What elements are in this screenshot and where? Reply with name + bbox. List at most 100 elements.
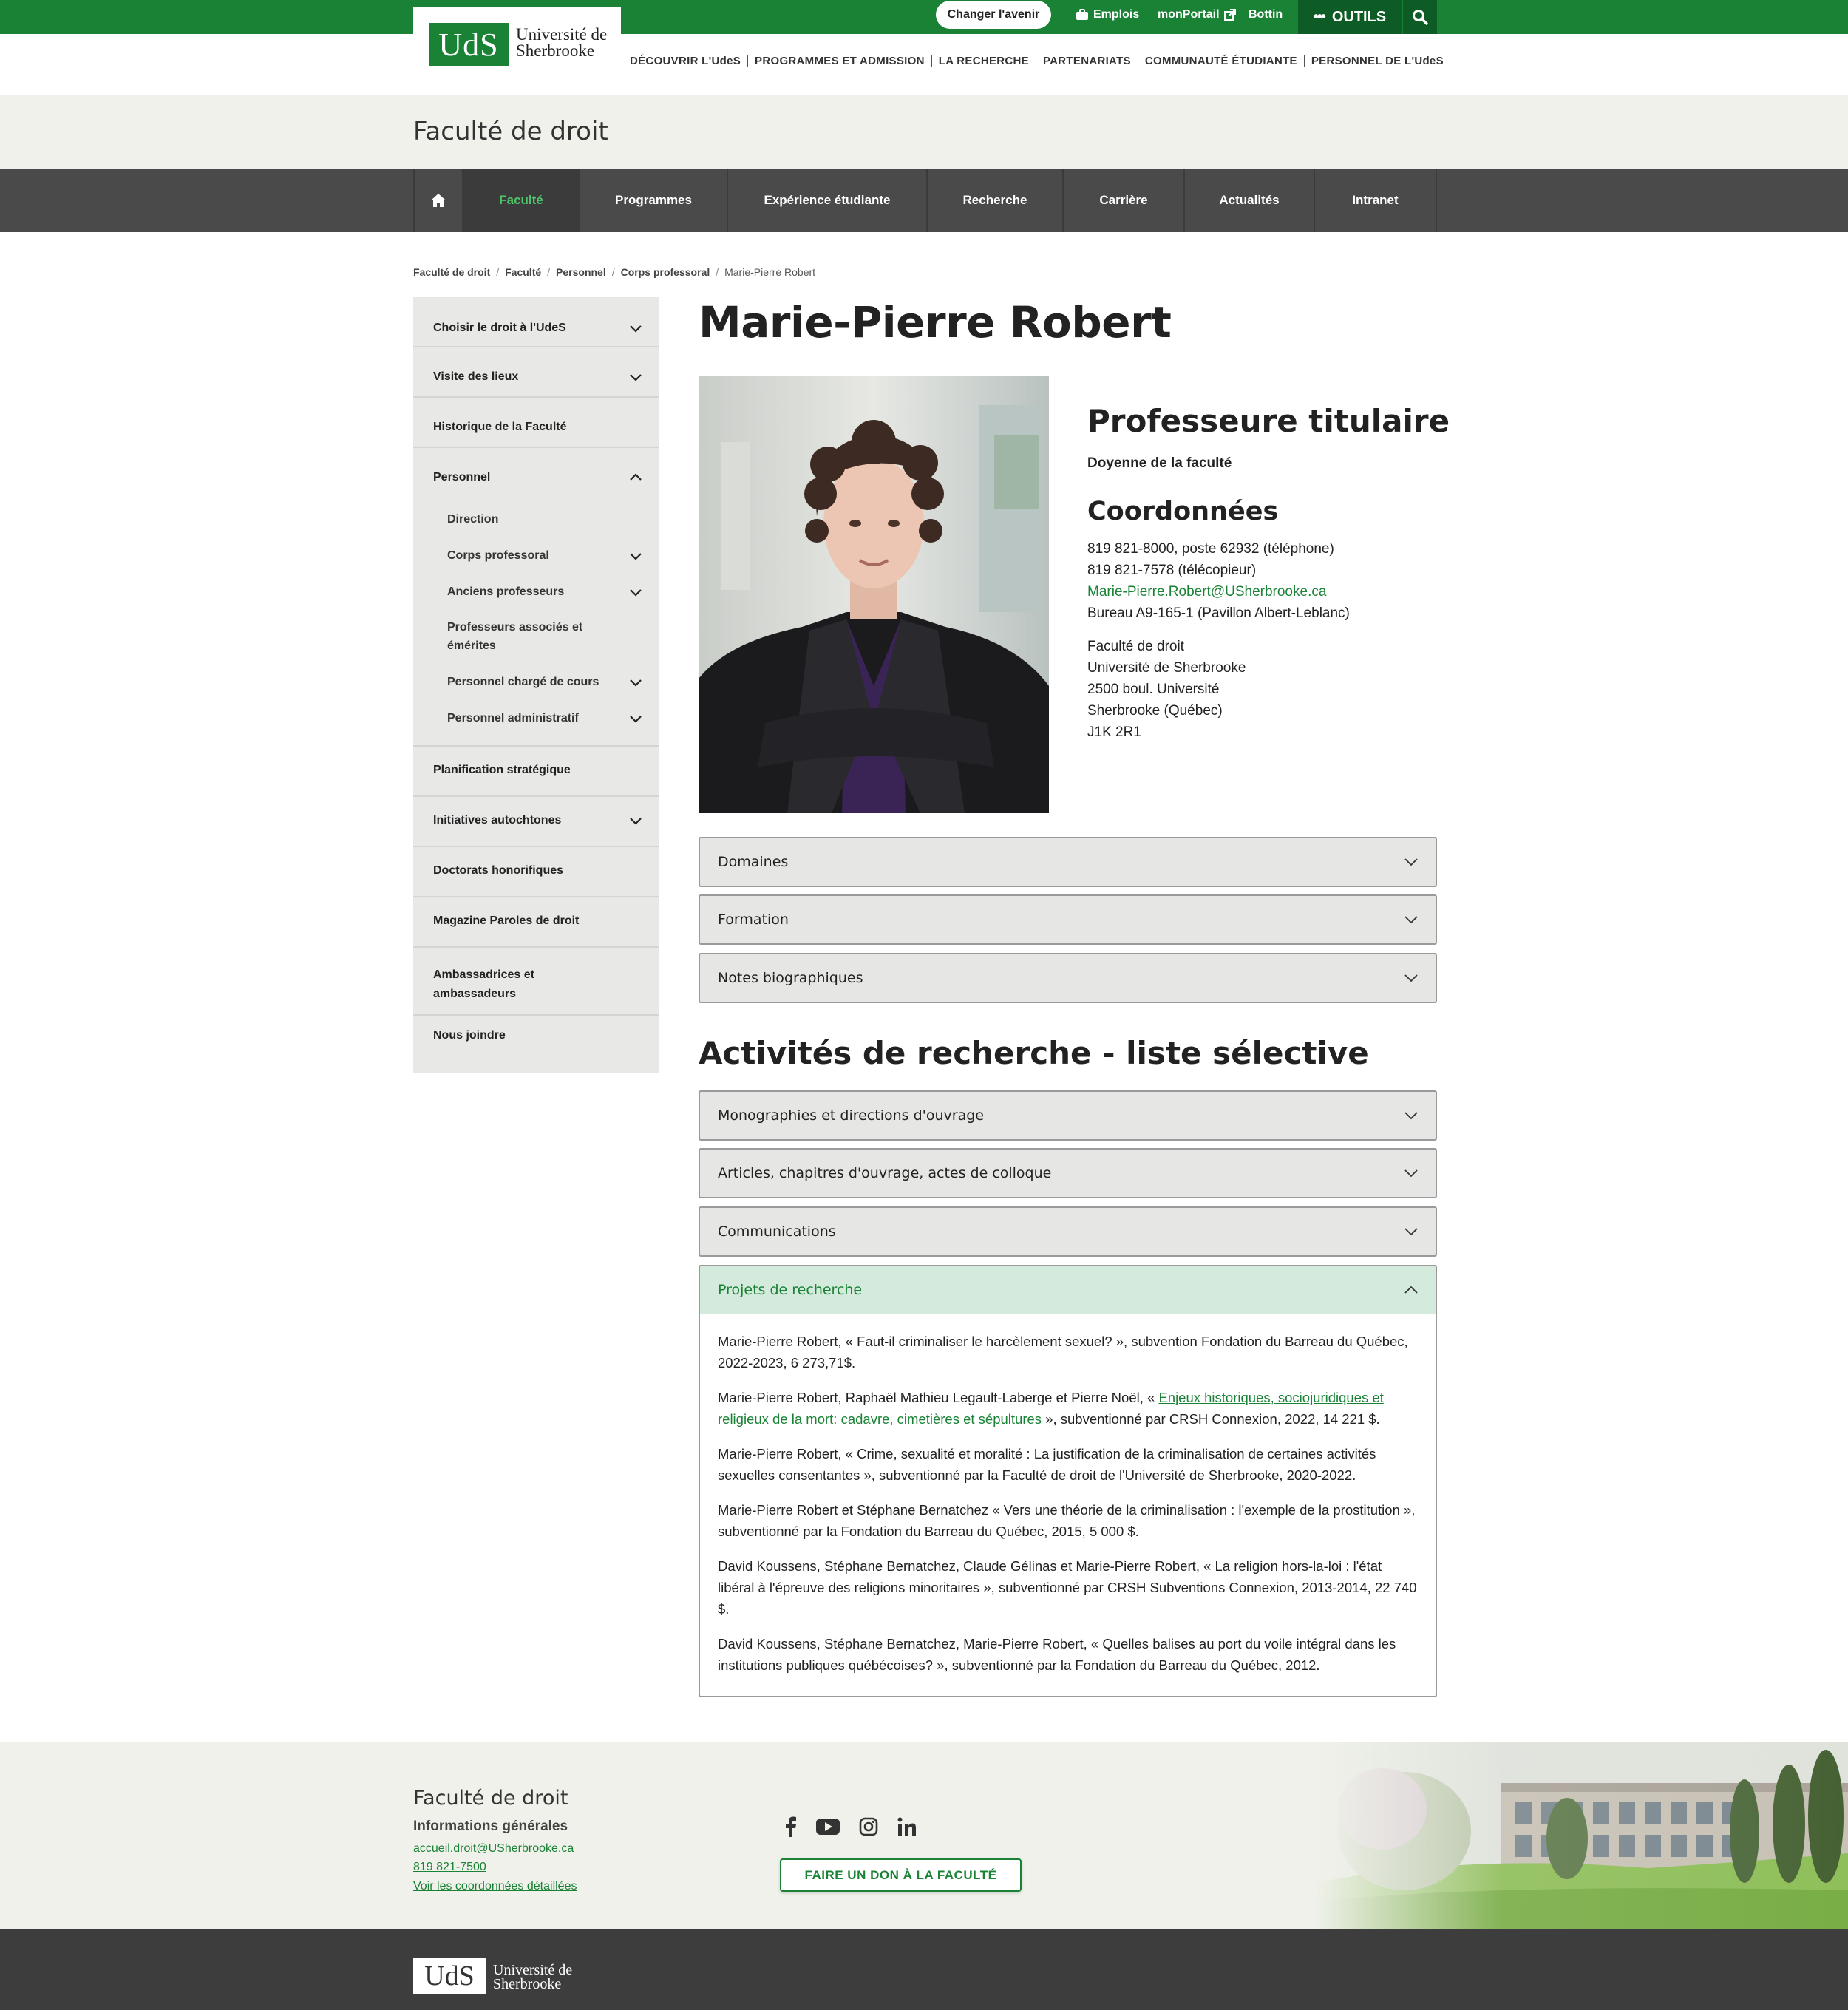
sidebar-sub-charges[interactable]: Personnel chargé de cours bbox=[447, 673, 599, 691]
accordion-domaines[interactable]: Domaines bbox=[699, 837, 1437, 887]
logo-line2: Sherbrooke bbox=[516, 41, 595, 60]
project-item: Marie-Pierre Robert et Stéphane Bernatch… bbox=[718, 1502, 1416, 1539]
changer-avenir-button[interactable]: Changer l'avenir bbox=[936, 1, 1051, 29]
breadcrumb: Faculté de droit / Faculté / Personnel / Co… bbox=[413, 266, 816, 278]
sidebar-item-choisir[interactable]: Choisir le droit à l'UdeS bbox=[413, 297, 659, 347]
youtube-icon[interactable] bbox=[816, 1818, 840, 1839]
footer: Faculté de droit Informations générales … bbox=[0, 1742, 1848, 1929]
sidebar-item-personnel[interactable]: Personnel Direction Corps professoral An… bbox=[413, 448, 659, 747]
tab-intranet[interactable]: Intranet bbox=[1315, 169, 1437, 232]
sidebar-item-historique[interactable]: Historique de la Faculté bbox=[413, 398, 659, 448]
sidebar-item-joindre[interactable]: Nous joindre bbox=[413, 1016, 659, 1073]
sidebar-item-label: Nous joindre bbox=[433, 1029, 506, 1042]
footer-details-link[interactable]: Voir les coordonnées détaillées bbox=[413, 1880, 577, 1893]
sidebar-item-magazine[interactable]: Magazine Paroles de droit bbox=[413, 897, 659, 948]
logo-text: Université de Sherbrooke bbox=[516, 26, 607, 60]
bottom-logo-line2: Sherbrooke bbox=[493, 1976, 562, 1992]
emplois-link[interactable]: Emplois bbox=[1076, 0, 1139, 30]
sidebar-sub-administratif[interactable]: Personnel administratif bbox=[447, 709, 579, 727]
bottom-logo-mark[interactable]: UdS bbox=[413, 1958, 486, 1994]
chevron-down-icon[interactable] bbox=[629, 370, 642, 384]
nav-communaute[interactable]: COMMUNAUTÉ ÉTUDIANTE bbox=[1145, 55, 1297, 67]
chevron-down-icon[interactable] bbox=[629, 712, 642, 725]
chevron-down-icon[interactable] bbox=[629, 549, 642, 563]
monportail-link[interactable]: monPortail bbox=[1158, 0, 1236, 30]
breadcrumb-faculte[interactable]: Faculté bbox=[505, 266, 541, 278]
outils-button[interactable]: ••• OUTILS bbox=[1298, 0, 1402, 34]
sidebar-item-ambassadeurs[interactable]: Ambassadrices et ambassadeurs bbox=[413, 948, 659, 1016]
uds-logo[interactable]: UdS Université de Sherbrooke bbox=[413, 7, 621, 84]
accordion-formation[interactable]: Formation bbox=[699, 894, 1437, 945]
chevron-up-icon[interactable] bbox=[629, 471, 642, 484]
sidebar-item-label: Initiatives autochtones bbox=[433, 814, 562, 826]
sidebar: Choisir le droit à l'UdeS Visite des lie… bbox=[413, 297, 659, 1073]
accordion-label: Notes biographiques bbox=[718, 970, 863, 986]
accordion-articles[interactable]: Articles, chapitres d'ouvrage, actes de … bbox=[699, 1148, 1437, 1198]
tab-carriere[interactable]: Carrière bbox=[1064, 169, 1185, 232]
sidebar-item-initiatives[interactable]: Initiatives autochtones bbox=[413, 797, 659, 847]
tab-experience[interactable]: Expérience étudiante bbox=[728, 169, 928, 232]
breadcrumb-faculte-droit[interactable]: Faculté de droit bbox=[413, 266, 490, 278]
nav-personnel[interactable]: PERSONNEL DE L'UdeS bbox=[1311, 55, 1444, 67]
tab-faculte[interactable]: Faculté bbox=[463, 169, 580, 232]
footer-title: Faculté de droit bbox=[413, 1787, 568, 1810]
accordion-monographies[interactable]: Monographies et directions d'ouvrage bbox=[699, 1090, 1437, 1141]
accordion-communications[interactable]: Communications bbox=[699, 1206, 1437, 1257]
footer-subtitle: Informations générales bbox=[413, 1819, 568, 1834]
sidebar-item-label: Planification stratégique bbox=[433, 764, 571, 776]
footer-email-link[interactable]: accueil.droit@USherbrooke.ca bbox=[413, 1842, 574, 1855]
sidebar-item-label: Visite des lieux bbox=[433, 370, 519, 383]
address: Faculté de droit Université de Sherbrook… bbox=[1087, 636, 1246, 743]
sidebar-sub-corps[interactable]: Corps professoral bbox=[447, 546, 549, 565]
sidebar-item-doctorats[interactable]: Doctorats honorifiques bbox=[413, 847, 659, 897]
chevron-down-icon[interactable] bbox=[629, 676, 642, 689]
nav-decouvrir[interactable]: DÉCOUVRIR L'UdeS bbox=[630, 55, 741, 67]
coordonnees-title: Coordonnées bbox=[1087, 497, 1279, 526]
project-item: David Koussens, Stéphane Bernatchez, Cla… bbox=[718, 1558, 1417, 1617]
projets-panel: Marie-Pierre Robert, « Faut-il criminali… bbox=[699, 1314, 1437, 1697]
project-text: », subventionné par CRSH Connexion, 2022… bbox=[1042, 1411, 1380, 1427]
nav-recherche[interactable]: LA RECHERCHE bbox=[939, 55, 1029, 67]
tab-programmes[interactable]: Programmes bbox=[580, 169, 728, 232]
chevron-down-icon[interactable] bbox=[629, 814, 642, 827]
tab-recherche[interactable]: Recherche bbox=[928, 169, 1064, 232]
accordion-projets[interactable]: Projets de recherche bbox=[699, 1265, 1437, 1315]
logo-mark: UdS bbox=[429, 23, 509, 66]
tab-actualites[interactable]: Actualités bbox=[1185, 169, 1315, 232]
email-link[interactable]: Marie-Pierre.Robert@USherbrooke.ca bbox=[1087, 584, 1326, 600]
nav-programmes[interactable]: PROGRAMMES ET ADMISSION bbox=[755, 55, 925, 67]
office: Bureau A9-165-1 (Pavillon Albert-Leblanc… bbox=[1087, 605, 1350, 621]
sidebar-item-planification[interactable]: Planification stratégique bbox=[413, 747, 659, 797]
chevron-down-icon[interactable] bbox=[629, 322, 642, 335]
accordion-notes[interactable]: Notes biographiques bbox=[699, 953, 1437, 1003]
sidebar-sub-direction[interactable]: Direction bbox=[447, 510, 498, 529]
bottom-logo-text: Université de Sherbrooke bbox=[493, 1963, 572, 1992]
sidebar-sub-associes[interactable]: Professeurs associés et émérites bbox=[447, 618, 610, 655]
top-bar: Changer l'avenir Emplois monPortail Bott… bbox=[0, 0, 1848, 34]
breadcrumb-personnel[interactable]: Personnel bbox=[556, 266, 606, 278]
address-line: J1K 2R1 bbox=[1087, 724, 1141, 740]
sidebar-sub-anciens[interactable]: Anciens professeurs bbox=[447, 583, 564, 601]
home-button[interactable] bbox=[413, 169, 463, 232]
instagram-icon[interactable] bbox=[859, 1817, 878, 1840]
project-item: Marie-Pierre Robert, Raphaël Mathieu Leg… bbox=[718, 1387, 1420, 1430]
address-line: Université de Sherbrooke bbox=[1087, 660, 1246, 676]
faculty-title[interactable]: Faculté de droit bbox=[413, 117, 608, 146]
sidebar-item-visite[interactable]: Visite des lieux bbox=[413, 347, 659, 398]
chevron-down-icon[interactable] bbox=[629, 585, 642, 599]
bottin-link[interactable]: Bottin bbox=[1249, 0, 1283, 30]
breadcrumb-corps[interactable]: Corps professoral bbox=[621, 266, 710, 278]
footer-phone-link[interactable]: 819 821-7500 bbox=[413, 1861, 486, 1874]
monportail-label: monPortail bbox=[1158, 8, 1220, 21]
chevron-down-icon bbox=[1404, 1169, 1418, 1178]
search-button[interactable] bbox=[1403, 0, 1437, 34]
social-links bbox=[785, 1816, 917, 1841]
sidebar-item-label: Personnel bbox=[433, 471, 491, 483]
facebook-icon[interactable] bbox=[785, 1816, 797, 1841]
donation-button[interactable]: FAIRE UN DON À LA FACULTÉ bbox=[780, 1858, 1022, 1892]
project-item: Marie-Pierre Robert, « Faut-il criminali… bbox=[718, 1334, 1408, 1371]
dots-icon: ••• bbox=[1313, 8, 1326, 25]
nav-partenariats[interactable]: PARTENARIATS bbox=[1043, 55, 1131, 67]
search-icon bbox=[1413, 10, 1428, 25]
linkedin-icon[interactable] bbox=[897, 1817, 917, 1840]
